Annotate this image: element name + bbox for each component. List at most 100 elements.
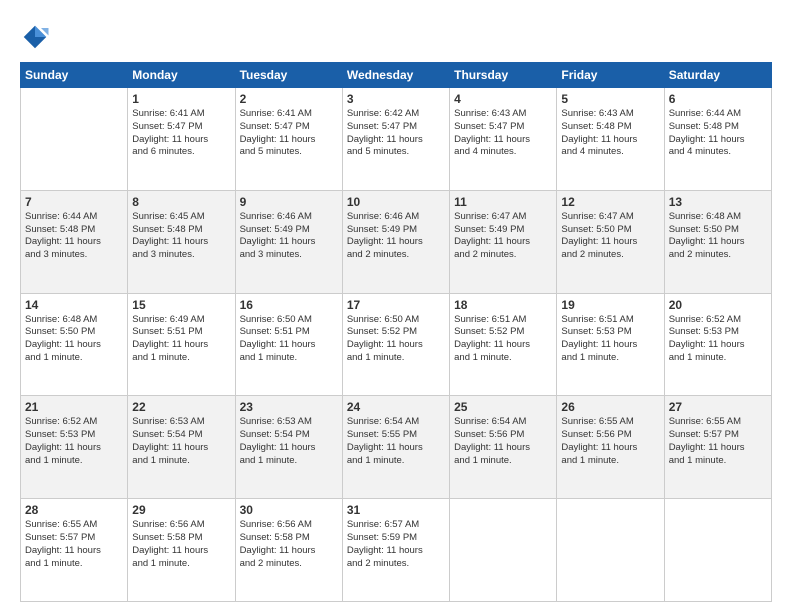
day-info: Sunrise: 6:46 AM Sunset: 5:49 PM Dayligh…: [240, 211, 338, 262]
day-number: 20: [669, 298, 767, 312]
day-header-wednesday: Wednesday: [342, 63, 449, 88]
calendar-cell: 11 Sunrise: 6:47 AM Sunset: 5:49 PM Dayli…: [450, 190, 557, 293]
day-number: 7: [25, 195, 123, 209]
day-number: 26: [561, 400, 659, 414]
day-info: Sunrise: 6:42 AM Sunset: 5:47 PM Dayligh…: [347, 108, 445, 159]
day-info: Sunrise: 6:45 AM Sunset: 5:48 PM Dayligh…: [132, 211, 230, 262]
calendar-cell: 19Sunrise: 6:51 AM Sunset: 5:53 PM Dayli…: [557, 293, 664, 396]
day-number: 27: [669, 400, 767, 414]
calendar-cell: 16Sunrise: 6:50 AM Sunset: 5:51 PM Dayli…: [235, 293, 342, 396]
day-number: 1: [132, 92, 230, 106]
day-info: Sunrise: 6:55 AM Sunset: 5:57 PM Dayligh…: [669, 416, 767, 467]
calendar-cell: 13 Sunrise: 6:48 AM Sunset: 5:50 PM Dayli…: [664, 190, 771, 293]
page: SundayMondayTuesdayWednesdayThursdayFrid…: [0, 0, 792, 612]
calendar-cell: 4 Sunrise: 6:43 AM Sunset: 5:47 PM Daylig…: [450, 88, 557, 191]
day-header-thursday: Thursday: [450, 63, 557, 88]
calendar-cell: [21, 88, 128, 191]
day-info: Sunrise: 6:55 AM Sunset: 5:56 PM Dayligh…: [561, 416, 659, 467]
day-header-sunday: Sunday: [21, 63, 128, 88]
day-info: Sunrise: 6:44 AM Sunset: 5:48 PM Dayligh…: [669, 108, 767, 159]
day-number: 17: [347, 298, 445, 312]
calendar-cell: 24 Sunrise: 6:54 AM Sunset: 5:55 PM Dayli…: [342, 396, 449, 499]
day-header-tuesday: Tuesday: [235, 63, 342, 88]
calendar-cell: 15 Sunrise: 6:49 AM Sunset: 5:51 PM Dayli…: [128, 293, 235, 396]
day-number: 24: [347, 400, 445, 414]
calendar-cell: 25 Sunrise: 6:54 AM Sunset: 5:56 PM Dayli…: [450, 396, 557, 499]
day-info: Sunrise: 6:54 AM Sunset: 5:55 PM Dayligh…: [347, 416, 445, 467]
day-info: Sunrise: 6:44 AM Sunset: 5:48 PM Dayligh…: [25, 211, 123, 262]
day-info: Sunrise: 6:47 AM Sunset: 5:49 PM Dayligh…: [454, 211, 552, 262]
day-info: Sunrise: 6:43 AM Sunset: 5:47 PM Dayligh…: [454, 108, 552, 159]
calendar-cell: 20 Sunrise: 6:52 AM Sunset: 5:53 PM Dayli…: [664, 293, 771, 396]
calendar-body: 1 Sunrise: 6:41 AM Sunset: 5:47 PM Daylig…: [21, 88, 772, 602]
day-info: Sunrise: 6:41 AM Sunset: 5:47 PM Dayligh…: [132, 108, 230, 159]
logo-icon: [20, 22, 50, 52]
day-info: Sunrise: 6:52 AM Sunset: 5:53 PM Dayligh…: [669, 314, 767, 365]
calendar-cell: 10 Sunrise: 6:46 AM Sunset: 5:49 PM Dayli…: [342, 190, 449, 293]
calendar-cell: [450, 499, 557, 602]
day-info: Sunrise: 6:52 AM Sunset: 5:53 PM Dayligh…: [25, 416, 123, 467]
day-number: 21: [25, 400, 123, 414]
day-number: 13: [669, 195, 767, 209]
day-number: 9: [240, 195, 338, 209]
day-number: 11: [454, 195, 552, 209]
day-number: 12: [561, 195, 659, 209]
calendar-cell: 26 Sunrise: 6:55 AM Sunset: 5:56 PM Dayli…: [557, 396, 664, 499]
header: [20, 20, 772, 52]
day-number: 22: [132, 400, 230, 414]
day-info: Sunrise: 6:46 AM Sunset: 5:49 PM Dayligh…: [347, 211, 445, 262]
day-info: Sunrise: 6:49 AM Sunset: 5:51 PM Dayligh…: [132, 314, 230, 365]
calendar-cell: 1 Sunrise: 6:41 AM Sunset: 5:47 PM Daylig…: [128, 88, 235, 191]
calendar-week-4: 21 Sunrise: 6:52 AM Sunset: 5:53 PM Dayli…: [21, 396, 772, 499]
day-number: 31: [347, 503, 445, 517]
calendar-cell: 3Sunrise: 6:42 AM Sunset: 5:47 PM Daylig…: [342, 88, 449, 191]
calendar-cell: 8 Sunrise: 6:45 AM Sunset: 5:48 PM Daylig…: [128, 190, 235, 293]
day-number: 4: [454, 92, 552, 106]
day-number: 2: [240, 92, 338, 106]
calendar-cell: 9 Sunrise: 6:46 AM Sunset: 5:49 PM Daylig…: [235, 190, 342, 293]
day-number: 28: [25, 503, 123, 517]
calendar-cell: 6 Sunrise: 6:44 AM Sunset: 5:48 PM Daylig…: [664, 88, 771, 191]
day-number: 6: [669, 92, 767, 106]
calendar-cell: 14 Sunrise: 6:48 AM Sunset: 5:50 PM Dayli…: [21, 293, 128, 396]
day-number: 19: [561, 298, 659, 312]
logo: [20, 20, 54, 52]
calendar-cell: 12Sunrise: 6:47 AM Sunset: 5:50 PM Dayli…: [557, 190, 664, 293]
day-info: Sunrise: 6:48 AM Sunset: 5:50 PM Dayligh…: [669, 211, 767, 262]
calendar-week-1: 1 Sunrise: 6:41 AM Sunset: 5:47 PM Daylig…: [21, 88, 772, 191]
day-number: 23: [240, 400, 338, 414]
day-info: Sunrise: 6:41 AM Sunset: 5:47 PM Dayligh…: [240, 108, 338, 159]
day-info: Sunrise: 6:57 AM Sunset: 5:59 PM Dayligh…: [347, 519, 445, 570]
day-number: 5: [561, 92, 659, 106]
day-info: Sunrise: 6:50 AM Sunset: 5:51 PM Dayligh…: [240, 314, 338, 365]
day-info: Sunrise: 6:51 AM Sunset: 5:52 PM Dayligh…: [454, 314, 552, 365]
day-header-saturday: Saturday: [664, 63, 771, 88]
day-info: Sunrise: 6:43 AM Sunset: 5:48 PM Dayligh…: [561, 108, 659, 159]
day-info: Sunrise: 6:48 AM Sunset: 5:50 PM Dayligh…: [25, 314, 123, 365]
day-number: 10: [347, 195, 445, 209]
day-header-friday: Friday: [557, 63, 664, 88]
day-info: Sunrise: 6:50 AM Sunset: 5:52 PM Dayligh…: [347, 314, 445, 365]
calendar-cell: 29Sunrise: 6:56 AM Sunset: 5:58 PM Dayli…: [128, 499, 235, 602]
calendar-cell: 18 Sunrise: 6:51 AM Sunset: 5:52 PM Dayli…: [450, 293, 557, 396]
day-number: 18: [454, 298, 552, 312]
day-number: 30: [240, 503, 338, 517]
calendar-cell: [664, 499, 771, 602]
calendar-cell: 21 Sunrise: 6:52 AM Sunset: 5:53 PM Dayli…: [21, 396, 128, 499]
day-number: 29: [132, 503, 230, 517]
day-info: Sunrise: 6:53 AM Sunset: 5:54 PM Dayligh…: [132, 416, 230, 467]
calendar-cell: 7 Sunrise: 6:44 AM Sunset: 5:48 PM Daylig…: [21, 190, 128, 293]
calendar-week-5: 28Sunrise: 6:55 AM Sunset: 5:57 PM Dayli…: [21, 499, 772, 602]
day-number: 15: [132, 298, 230, 312]
calendar-cell: 27 Sunrise: 6:55 AM Sunset: 5:57 PM Dayli…: [664, 396, 771, 499]
calendar-cell: 23Sunrise: 6:53 AM Sunset: 5:54 PM Dayli…: [235, 396, 342, 499]
calendar-cell: [557, 499, 664, 602]
day-number: 8: [132, 195, 230, 209]
day-number: 25: [454, 400, 552, 414]
calendar-header-row: SundayMondayTuesdayWednesdayThursdayFrid…: [21, 63, 772, 88]
calendar: SundayMondayTuesdayWednesdayThursdayFrid…: [20, 62, 772, 602]
day-info: Sunrise: 6:54 AM Sunset: 5:56 PM Dayligh…: [454, 416, 552, 467]
calendar-cell: 31 Sunrise: 6:57 AM Sunset: 5:59 PM Dayli…: [342, 499, 449, 602]
day-number: 14: [25, 298, 123, 312]
calendar-cell: 22 Sunrise: 6:53 AM Sunset: 5:54 PM Dayli…: [128, 396, 235, 499]
